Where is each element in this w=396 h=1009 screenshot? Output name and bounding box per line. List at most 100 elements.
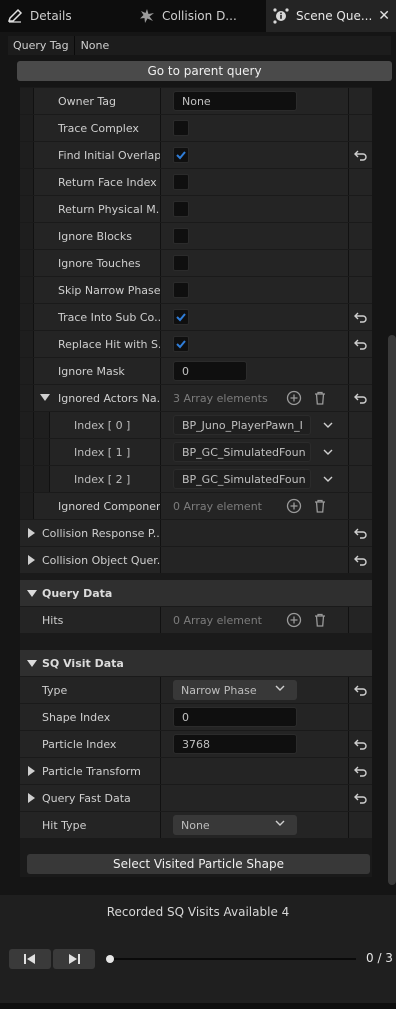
collision-object-query-expander[interactable]: Collision Object Quer... xyxy=(20,547,160,573)
ignored-components-label: Ignored Componen... xyxy=(58,499,160,513)
visit-counter: 0 / 3 xyxy=(366,951,393,965)
go-to-parent-query-button[interactable]: Go to parent query xyxy=(17,61,392,81)
collapse-arrow-icon xyxy=(40,394,50,401)
tab-scene-queries-label: Scene Que... xyxy=(296,9,373,23)
return-physical-material-checkbox[interactable] xyxy=(173,201,189,217)
ignored-components-row: Ignored Componen... 0 Array element xyxy=(20,493,372,520)
properties-panel: Owner Tag None Trace Complex Find Initia… xyxy=(20,87,372,877)
playback-track[interactable] xyxy=(108,958,356,960)
ignored-actor-index-0-value[interactable]: BP_Juno_PlayerPawn_I xyxy=(173,415,311,435)
owner-tag-field[interactable]: None xyxy=(173,91,297,111)
find-initial-overlaps-checkbox[interactable] xyxy=(173,147,189,163)
ignored-actors-expander[interactable]: Ignored Actors Na... xyxy=(20,385,160,411)
type-dropdown[interactable]: Narrow Phase xyxy=(173,680,297,700)
skip-narrow-phase-row: Skip Narrow Phase xyxy=(20,277,372,304)
checkmark-icon xyxy=(176,313,186,322)
ignore-blocks-checkbox[interactable] xyxy=(173,228,189,244)
reset-to-default-icon[interactable] xyxy=(352,146,370,164)
expand-arrow-icon xyxy=(28,766,35,776)
trace-complex-checkbox[interactable] xyxy=(173,120,189,136)
checkmark-icon xyxy=(176,340,186,349)
tab-collision-data-label: Collision D... xyxy=(162,9,237,23)
particle-transform-expander[interactable]: Particle Transform xyxy=(20,758,160,784)
reset-to-default-icon[interactable] xyxy=(352,735,370,753)
chevron-down-icon xyxy=(323,422,333,428)
replace-hit-label: Replace Hit with S... xyxy=(58,337,160,351)
tab-details[interactable]: Details xyxy=(0,0,132,32)
info-icon xyxy=(272,7,290,25)
ignored-actor-index-1-value[interactable]: BP_GC_SimulatedFoun xyxy=(173,442,311,462)
return-face-index-checkbox[interactable] xyxy=(173,174,189,190)
reset-to-default-icon[interactable] xyxy=(352,389,370,407)
add-element-icon[interactable] xyxy=(285,611,303,629)
collision-response-row: Collision Response P... xyxy=(20,520,372,547)
ignored-actor-index-2-label: Index [ 2 ] xyxy=(74,472,131,486)
skip-narrow-phase-checkbox[interactable] xyxy=(173,282,189,298)
step-forward-icon xyxy=(69,954,80,964)
add-element-icon[interactable] xyxy=(285,389,303,407)
collapse-arrow-icon xyxy=(27,660,37,667)
particle-transform-row: Particle Transform xyxy=(20,758,372,785)
return-physical-material-row: Return Physical M... xyxy=(20,196,372,223)
trace-into-sub-components-checkbox[interactable] xyxy=(173,309,189,325)
collision-icon xyxy=(138,7,156,25)
reset-to-default-icon[interactable] xyxy=(352,335,370,353)
reset-to-default-icon[interactable] xyxy=(352,789,370,807)
collision-response-expander[interactable]: Collision Response P... xyxy=(20,520,160,546)
reset-to-default-icon[interactable] xyxy=(352,681,370,699)
expand-arrow-icon xyxy=(28,555,35,565)
hit-type-label: Hit Type xyxy=(42,818,87,832)
reset-to-default-icon[interactable] xyxy=(352,308,370,326)
reset-to-default-icon[interactable] xyxy=(352,524,370,542)
chevron-down-icon xyxy=(323,449,333,455)
bottom-border xyxy=(0,1003,396,1009)
ignored-actor-index-2-value[interactable]: BP_GC_SimulatedFoun xyxy=(173,469,311,489)
add-element-icon[interactable] xyxy=(285,497,303,515)
return-face-index-row: Return Face Index xyxy=(20,169,372,196)
hit-type-row: Hit Type None xyxy=(20,812,372,839)
shape-index-label: Shape Index xyxy=(42,710,111,724)
particle-index-field[interactable]: 3768 xyxy=(173,734,297,754)
ignore-mask-field[interactable]: 0 xyxy=(173,361,247,381)
hit-type-dropdown[interactable]: None xyxy=(173,815,297,835)
query-tag-label: Query Tag xyxy=(8,36,75,55)
close-tab-icon[interactable]: ✕ xyxy=(378,8,390,24)
sq-visit-data-category[interactable]: SQ Visit Data xyxy=(20,650,372,676)
recorded-visits-label: Recorded SQ Visits Available 4 xyxy=(106,905,290,919)
step-back-icon xyxy=(24,954,35,964)
step-forward-button[interactable] xyxy=(53,949,95,969)
trace-complex-label: Trace Complex xyxy=(58,121,139,135)
shape-index-field[interactable]: 0 xyxy=(173,707,297,727)
type-label: Type xyxy=(42,683,68,697)
reset-to-default-icon[interactable] xyxy=(352,551,370,569)
tab-details-label: Details xyxy=(30,9,72,23)
tab-scene-queries[interactable]: Scene Que... ✕ xyxy=(266,0,396,32)
shape-index-row: Shape Index 0 xyxy=(20,704,372,731)
replace-hit-checkbox[interactable] xyxy=(173,336,189,352)
delete-all-icon[interactable] xyxy=(311,611,329,629)
query-data-title: Query Data xyxy=(42,586,113,600)
collapse-arrow-icon xyxy=(27,590,37,597)
type-value: Narrow Phase xyxy=(181,683,257,697)
particle-index-label: Particle Index xyxy=(42,737,117,751)
query-fast-data-expander[interactable]: Query Fast Data xyxy=(20,785,160,811)
ignore-blocks-row: Ignore Blocks xyxy=(20,223,372,250)
query-tag-value: None xyxy=(80,39,110,52)
scrollbar[interactable] xyxy=(388,335,396,885)
select-visited-particle-shape-button[interactable]: Select Visited Particle Shape xyxy=(27,854,370,874)
delete-all-icon[interactable] xyxy=(311,389,329,407)
reset-to-default-icon[interactable] xyxy=(352,762,370,780)
ignored-actors-count: 3 Array elements xyxy=(173,391,268,405)
ignore-touches-checkbox[interactable] xyxy=(173,255,189,271)
delete-all-icon[interactable] xyxy=(311,497,329,515)
tab-collision-data[interactable]: Collision D... xyxy=(132,0,266,32)
checkmark-icon xyxy=(176,151,186,160)
ignored-actor-index-0-label: Index [ 0 ] xyxy=(74,418,131,432)
particle-transform-label: Particle Transform xyxy=(42,764,141,778)
trace-into-sub-components-row: Trace Into Sub Co... xyxy=(20,304,372,331)
query-data-category[interactable]: Query Data xyxy=(20,580,372,606)
pencil-icon xyxy=(6,7,24,25)
playback-slider-handle[interactable] xyxy=(106,955,114,963)
step-back-button[interactable] xyxy=(9,949,51,969)
chevron-down-icon xyxy=(275,820,285,826)
